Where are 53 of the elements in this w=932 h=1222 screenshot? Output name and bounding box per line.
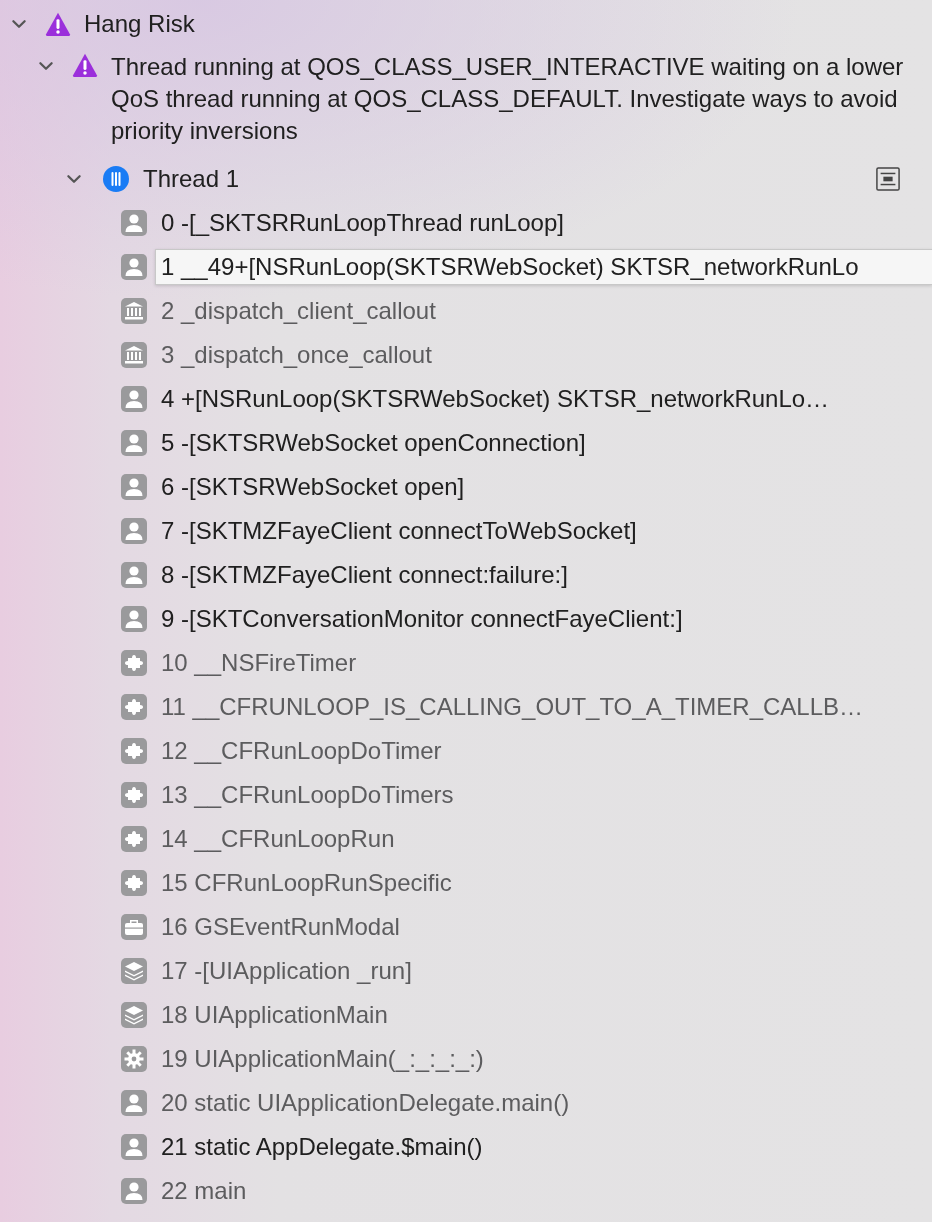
person-icon: [121, 386, 147, 412]
person-icon: [121, 254, 147, 280]
toolbox-icon: [121, 914, 147, 940]
frame-label[interactable]: 12 __CFRunLoopDoTimer: [161, 734, 442, 768]
frame-label[interactable]: 10 __NSFireTimer: [161, 646, 357, 680]
person-icon: [121, 430, 147, 456]
person-icon: [121, 606, 147, 632]
frame-label[interactable]: 6 -[SKTSRWebSocket open]: [161, 470, 465, 504]
warning-icon: [71, 52, 99, 78]
frame-label[interactable]: 4 +[NSRunLoop(SKTSRWebSocket) SKTSR_networkRunLo…: [161, 382, 830, 416]
frame-label[interactable]: 16 GSEventRunModal: [161, 910, 400, 944]
thread-name: Thread 1: [143, 164, 240, 194]
frame-label[interactable]: 15 CFRunLoopRunSpecific: [161, 866, 452, 900]
thread-icon: [103, 166, 129, 192]
layout-icon[interactable]: [876, 167, 900, 191]
person-icon: [121, 210, 147, 236]
puzzle-icon: [121, 650, 147, 676]
frame-label[interactable]: 19 UIApplicationMain(_:_:_:_:): [161, 1042, 484, 1076]
issue-description: Thread running at QOS_CLASS_USER_INTERACTIVE waiting on a lower QoS thread running at QOS_CLASS_DEFAULT. Investigate ways to avoid priority inversions: [111, 52, 905, 146]
frame-label[interactable]: 13 __CFRunLoopDoTimers: [161, 778, 454, 812]
stack-icon: [121, 1002, 147, 1028]
puzzle-icon: [121, 782, 147, 808]
frame-label[interactable]: 8 -[SKTMZFayeClient connect:failure:]: [161, 558, 568, 592]
frame-label[interactable]: 5 -[SKTSRWebSocket openConnection]: [161, 426, 586, 460]
frame-label[interactable]: 11 __CFRUNLOOP_IS_CALLING_OUT_TO_A_TIMER_CALLB…: [161, 690, 864, 724]
frame-label[interactable]: 9 -[SKTConversationMonitor connectFayeClient:]: [161, 602, 683, 636]
frame-label[interactable]: 0 -[_SKTSRRunLoopThread runLoop]: [161, 206, 564, 240]
person-icon: [121, 1178, 147, 1204]
person-icon: [121, 518, 147, 544]
frame-label[interactable]: 21 static AppDelegate.$main(): [161, 1130, 483, 1164]
frame-label[interactable]: 2 _dispatch_client_callout: [161, 294, 436, 328]
frame-tooltip: 1 __49+[NSRunLoop(SKTSRWebSocket) SKTSR_networkRunLo: [155, 249, 932, 285]
person-icon: [121, 1134, 147, 1160]
frame-label[interactable]: 22 main: [161, 1174, 247, 1208]
bank-icon: [121, 342, 147, 368]
frame-label[interactable]: 3 _dispatch_once_callout: [161, 338, 432, 372]
warning-icon: [44, 11, 72, 37]
person-icon: [121, 562, 147, 588]
gear-icon: [121, 1046, 147, 1072]
frame-label[interactable]: 18 UIApplicationMain: [161, 998, 388, 1032]
bank-icon: [121, 298, 147, 324]
person-icon: [121, 1090, 147, 1116]
issue-group-title: Hang Risk: [84, 9, 195, 39]
frame-label[interactable]: 14 __CFRunLoopRun: [161, 822, 395, 856]
frame-label[interactable]: 7 -[SKTMZFayeClient connectToWebSocket]: [161, 514, 637, 548]
puzzle-icon: [121, 738, 147, 764]
puzzle-icon: [121, 870, 147, 896]
stack-icon: [121, 958, 147, 984]
frame-label[interactable]: 17 -[UIApplication _run]: [161, 954, 412, 988]
puzzle-icon: [121, 694, 147, 720]
frame-label[interactable]: 20 static UIApplicationDelegate.main(): [161, 1086, 570, 1120]
person-icon: [121, 474, 147, 500]
puzzle-icon: [121, 826, 147, 852]
